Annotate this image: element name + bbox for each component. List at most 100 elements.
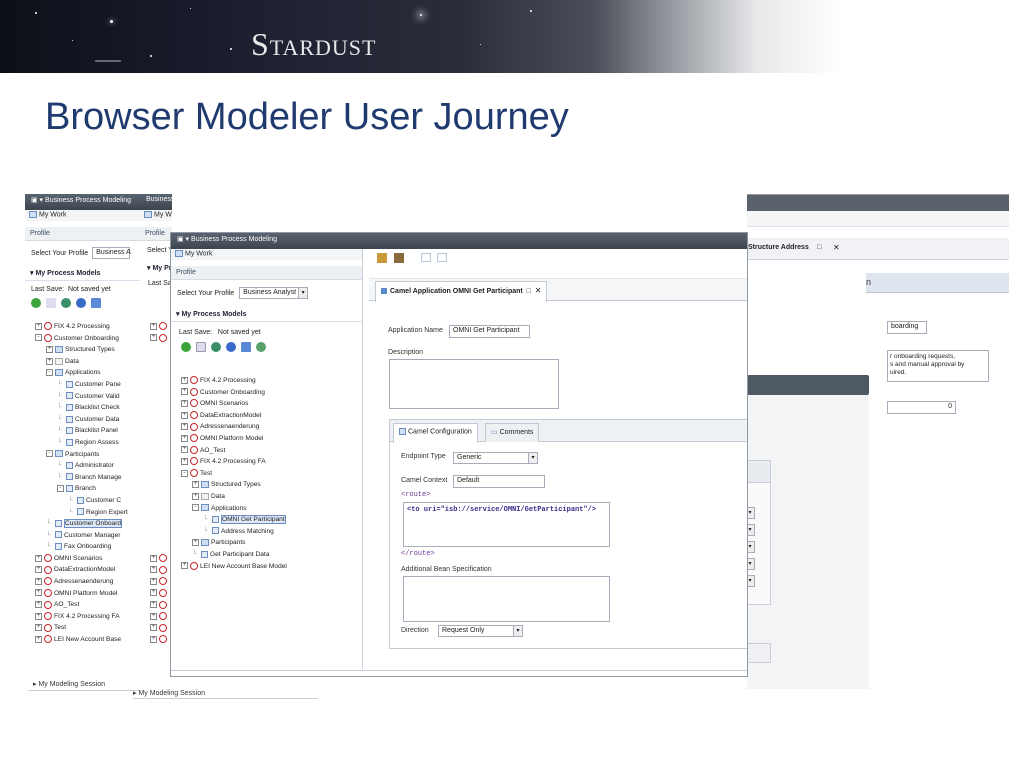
tree-toggle-icon[interactable]: + [181, 434, 188, 442]
profile-select[interactable]: Business A [92, 247, 131, 259]
front-redo-icon[interactable] [226, 342, 236, 352]
tree-item[interactable]: + Test [35, 622, 153, 634]
tree-item[interactable]: + Data [35, 356, 153, 368]
back-description-field[interactable]: r onboarding requests, s and manual appro… [887, 350, 989, 382]
split-view-icon[interactable] [437, 253, 447, 262]
add-model-icon[interactable] [31, 298, 41, 308]
front-undo-icon[interactable] [211, 342, 221, 352]
my-work-link[interactable]: My Work [39, 211, 66, 218]
new-page-icon[interactable] [46, 298, 56, 308]
back-name-field[interactable]: boarding [887, 321, 927, 334]
tree-toggle-icon[interactable]: + [181, 411, 188, 419]
tree-item[interactable]: + Data [181, 491, 361, 503]
tree-item[interactable]: + OMNI Scenarios [181, 398, 361, 410]
tree-toggle-icon[interactable]: + [35, 624, 42, 632]
tree-toggle-icon[interactable]: + [181, 388, 188, 396]
tree-item[interactable]: + LEI New Account Base Model [181, 561, 361, 573]
front-process-models-header[interactable]: ▾ My Process Models [171, 307, 362, 322]
tree-toggle-icon[interactable]: - [181, 469, 188, 477]
tree-item[interactable]: + FIX 4.2 Processing FA [181, 456, 361, 468]
tree-item[interactable]: + Adressenaenderung [181, 421, 361, 433]
tree-toggle-icon[interactable]: - [192, 504, 199, 512]
tree-toggle-icon[interactable]: - [46, 450, 53, 458]
editor-maximize-icon[interactable]: □ [527, 288, 531, 295]
tree-item[interactable]: └ Customer Onboard [35, 518, 153, 530]
tree-item[interactable]: - Applications [181, 503, 361, 515]
front-copy-icon[interactable] [241, 342, 251, 352]
tree-item[interactable]: └ Address Matching [181, 526, 361, 538]
tree-toggle-icon[interactable]: - [35, 334, 42, 342]
front-session-link[interactable]: ▸ My Modeling Session [133, 689, 205, 697]
tree-item[interactable]: + OMNI Platform Model [181, 433, 361, 445]
direction-select[interactable]: Request Only ▾ [438, 625, 523, 637]
tree-item[interactable]: + AO_Test [35, 599, 153, 611]
tree-toggle-icon[interactable]: + [181, 423, 188, 431]
tree-toggle-icon[interactable]: + [181, 562, 188, 570]
save-icon[interactable] [377, 253, 387, 263]
tree-toggle-icon[interactable]: + [181, 457, 188, 465]
redo-icon[interactable] [76, 298, 86, 308]
process-models-header[interactable]: ▾ My Process Models [25, 266, 155, 281]
close-icon[interactable]: ✕ [833, 243, 840, 252]
tree-item[interactable]: └ Fax Onboarding [35, 541, 153, 553]
editor-close-icon[interactable]: ✕ [535, 286, 542, 295]
tree-toggle-icon[interactable]: + [35, 566, 42, 574]
export-icon[interactable] [394, 253, 404, 263]
refresh-icon[interactable] [256, 342, 266, 352]
tree-item[interactable]: - Branch [35, 483, 153, 495]
front-my-work-link[interactable]: My Work [185, 250, 212, 257]
camel-context-field[interactable]: Default [453, 475, 545, 488]
app-menu-icon[interactable]: ▣ ▾ [31, 197, 43, 204]
tree-item[interactable]: └ Get Participant Data [181, 549, 361, 561]
tree-item[interactable]: + LEI New Account Base [35, 634, 153, 646]
tree-toggle-icon[interactable]: + [181, 399, 188, 407]
tree-item[interactable]: └ Customer Data [35, 414, 153, 426]
maximize-icon[interactable]: □ [817, 244, 821, 251]
app-name-field[interactable]: OMNI Get Participant [449, 325, 530, 338]
structure-address-tab[interactable]: Structure Address [748, 244, 809, 251]
tree-toggle-icon[interactable]: + [181, 446, 188, 454]
tree-item[interactable]: └ Blacklist Check [35, 402, 153, 414]
description-field[interactable] [389, 359, 559, 409]
tree-item[interactable]: └ Branch Manage [35, 472, 153, 484]
tree-toggle-icon[interactable]: + [192, 539, 199, 547]
tree-toggle-icon[interactable]: + [35, 554, 42, 562]
tree-item[interactable]: - Test [181, 468, 361, 480]
modeling-session-link[interactable]: ▸ My Modeling Session [33, 680, 105, 688]
tree-toggle-icon[interactable]: + [35, 612, 42, 620]
tab-comments[interactable]: ▭ Comments [485, 423, 540, 442]
tree-item[interactable]: + Participants [181, 537, 361, 549]
front-new-page-icon[interactable] [196, 342, 206, 352]
tree-item[interactable]: + Structured Types [35, 344, 153, 356]
tree-item[interactable]: └ Region Assess [35, 437, 153, 449]
tree-toggle-icon[interactable]: + [192, 481, 199, 489]
tree-item[interactable]: + FIX 4.2 Processing [35, 321, 153, 333]
tree-item[interactable]: + Customer Onboarding [181, 387, 361, 399]
endpoint-type-select[interactable]: Generic ▾ [453, 452, 538, 464]
back-number-field[interactable]: 0 [887, 401, 956, 414]
tree-item[interactable]: - Customer Onboarding [35, 333, 153, 345]
tree-item[interactable]: + Adressenaenderung [35, 576, 153, 588]
tree-toggle-icon[interactable]: + [35, 601, 42, 608]
layout-icon[interactable] [421, 253, 431, 262]
tree-toggle-icon[interactable]: + [192, 492, 199, 500]
tree-item[interactable]: └ Customer Valid [35, 391, 153, 403]
tree-item[interactable]: + DataExtractionModel [35, 564, 153, 576]
tree-toggle-icon[interactable]: + [181, 376, 188, 384]
tree-item[interactable]: └ Administrator [35, 460, 153, 472]
tree-item[interactable]: └ Customer C [35, 495, 153, 507]
tree-item[interactable]: └ Region Expert [35, 507, 153, 519]
front-app-menu-icon[interactable]: ▣ ▾ [177, 236, 189, 243]
tree-item[interactable]: + FIX 4.2 Processing FA [35, 611, 153, 623]
tree-toggle-icon[interactable]: - [46, 369, 53, 377]
undo-icon[interactable] [61, 298, 71, 308]
tab-camel-configuration[interactable]: Camel Configuration [393, 423, 478, 443]
tree-toggle-icon[interactable]: - [57, 485, 64, 493]
tree-item[interactable]: + FIX 4.2 Processing [181, 375, 361, 387]
tree-item[interactable]: └ Customer Pane [35, 379, 153, 391]
tree-toggle-icon[interactable]: + [46, 357, 53, 365]
tree-item[interactable]: + AO_Test [181, 445, 361, 457]
tree-item[interactable]: └ Blacklist Panel [35, 425, 153, 437]
tree-item[interactable]: └ OMNI Get Participant [181, 514, 361, 526]
tree-toggle-icon[interactable]: + [35, 322, 42, 330]
